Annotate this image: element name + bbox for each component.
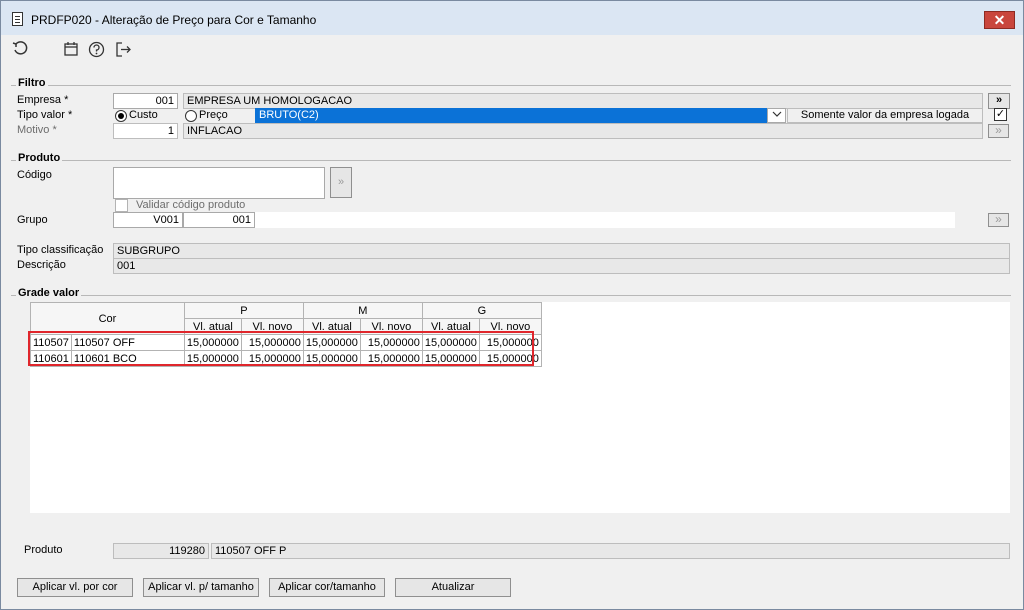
value-cell[interactable]: 15,000000 bbox=[478, 334, 542, 351]
value-cell: 15,000000 bbox=[183, 334, 242, 351]
preco-label: Preço bbox=[199, 109, 228, 121]
grupo-code1-input[interactable]: V001 bbox=[113, 212, 183, 228]
value-cell: 15,000000 bbox=[183, 350, 242, 367]
descricao-label: Descrição bbox=[17, 259, 66, 271]
footer-produto-code: 119280 bbox=[113, 543, 209, 559]
grupo-lookup-button[interactable]: » bbox=[988, 213, 1009, 227]
aplicar-cor-tamanho-button[interactable]: Aplicar cor/tamanho bbox=[269, 578, 385, 597]
codigo-input[interactable] bbox=[113, 167, 325, 199]
somente-label: Somente valor da empresa logada bbox=[787, 108, 983, 123]
motivo-name-field: INFLACAO bbox=[183, 123, 983, 139]
somente-checkbox[interactable]: ✓ bbox=[994, 108, 1007, 121]
sub-header-atual: Vl. atual bbox=[302, 318, 361, 335]
size-header-p: P bbox=[183, 302, 304, 319]
sub-header-atual: Vl. atual bbox=[183, 318, 242, 335]
empresa-code-input[interactable]: 001 bbox=[113, 93, 178, 109]
produto-title: Produto bbox=[16, 152, 63, 164]
custo-radio[interactable] bbox=[115, 110, 127, 122]
empresa-name-field: EMPRESA UM HOMOLOGACAO bbox=[183, 93, 983, 109]
cor-header: Cor bbox=[30, 302, 185, 335]
grupo-name-field bbox=[255, 212, 955, 228]
sub-header-novo: Vl. novo bbox=[478, 318, 542, 335]
row-cor-cell: 110507 OFF bbox=[70, 334, 185, 351]
document-icon bbox=[12, 12, 23, 26]
footer-produto-desc: 110507 OFF P bbox=[211, 543, 1010, 559]
value-cell[interactable]: 15,000000 bbox=[359, 334, 423, 351]
tipo-classificacao-field: SUBGRUPO bbox=[113, 243, 1010, 259]
refresh-icon[interactable] bbox=[11, 39, 31, 59]
chevron-down-icon[interactable] bbox=[767, 108, 786, 123]
tipo-valor-label: Tipo valor * bbox=[17, 109, 73, 121]
empresa-label: Empresa * bbox=[17, 94, 69, 106]
grade-table-area: Cor P M G Vl. atual Vl. novo Vl. atual V… bbox=[28, 302, 1010, 513]
sub-header-atual: Vl. atual bbox=[421, 318, 480, 335]
codigo-label: Código bbox=[17, 169, 52, 181]
codigo-lookup-button[interactable]: » bbox=[330, 167, 352, 198]
title-bar: PRDFP020 - Alteração de Preço para Cor e… bbox=[1, 1, 1023, 35]
custo-label: Custo bbox=[129, 109, 158, 121]
value-cell: 15,000000 bbox=[421, 334, 480, 351]
grupo-code2-input[interactable]: 001 bbox=[183, 212, 255, 228]
value-cell: 15,000000 bbox=[302, 334, 361, 351]
table-row[interactable]: 110601 110601 BCO 15,000000 15,000000 15… bbox=[30, 350, 542, 367]
value-cell: 15,000000 bbox=[421, 350, 480, 367]
preco-radio[interactable] bbox=[185, 110, 197, 122]
grade-title: Grade valor bbox=[16, 287, 82, 299]
window-title: PRDFP020 - Alteração de Preço para Cor e… bbox=[31, 13, 317, 27]
sub-header-novo: Vl. novo bbox=[359, 318, 423, 335]
aplicar-por-tamanho-button[interactable]: Aplicar vl. p/ tamanho bbox=[143, 578, 259, 597]
footer-produto-label: Produto bbox=[24, 544, 63, 556]
validar-label: Validar código produto bbox=[136, 199, 246, 211]
row-id-cell: 110601 bbox=[30, 350, 72, 367]
value-cell[interactable]: 15,000000 bbox=[478, 350, 542, 367]
exit-icon[interactable] bbox=[113, 39, 133, 59]
value-cell[interactable]: 15,000000 bbox=[359, 350, 423, 367]
motivo-code-input[interactable]: 1 bbox=[113, 123, 178, 139]
filtro-title: Filtro bbox=[16, 77, 48, 89]
value-cell[interactable]: 15,000000 bbox=[240, 350, 304, 367]
preco-select[interactable]: BRUTO(C2) bbox=[255, 108, 768, 123]
empresa-lookup-button[interactable]: » bbox=[988, 93, 1010, 109]
row-id-cell: 110507 bbox=[30, 334, 72, 351]
validar-checkbox[interactable] bbox=[115, 199, 128, 212]
help-icon[interactable] bbox=[86, 39, 106, 59]
size-header-g: G bbox=[421, 302, 542, 319]
grade-table: Cor P M G Vl. atual Vl. novo Vl. atual V… bbox=[30, 302, 542, 367]
calendar-icon[interactable] bbox=[61, 39, 81, 59]
tipo-classificacao-label: Tipo classificação bbox=[17, 244, 104, 256]
table-row[interactable]: 110507 110507 OFF 15,000000 15,000000 15… bbox=[30, 334, 542, 351]
atualizar-button[interactable]: Atualizar bbox=[395, 578, 511, 597]
grupo-label: Grupo bbox=[17, 214, 48, 226]
motivo-label: Motivo * bbox=[17, 124, 57, 136]
value-cell[interactable]: 15,000000 bbox=[240, 334, 304, 351]
aplicar-por-cor-button[interactable]: Aplicar vl. por cor bbox=[17, 578, 133, 597]
motivo-lookup-button[interactable]: » bbox=[988, 124, 1009, 138]
value-cell: 15,000000 bbox=[302, 350, 361, 367]
main-window: PRDFP020 - Alteração de Preço para Cor e… bbox=[0, 0, 1024, 610]
descricao-field: 001 bbox=[113, 258, 1010, 274]
row-cor-cell: 110601 BCO bbox=[70, 350, 185, 367]
size-header-m: M bbox=[302, 302, 423, 319]
close-button[interactable]: ✕ bbox=[984, 11, 1015, 29]
sub-header-novo: Vl. novo bbox=[240, 318, 304, 335]
